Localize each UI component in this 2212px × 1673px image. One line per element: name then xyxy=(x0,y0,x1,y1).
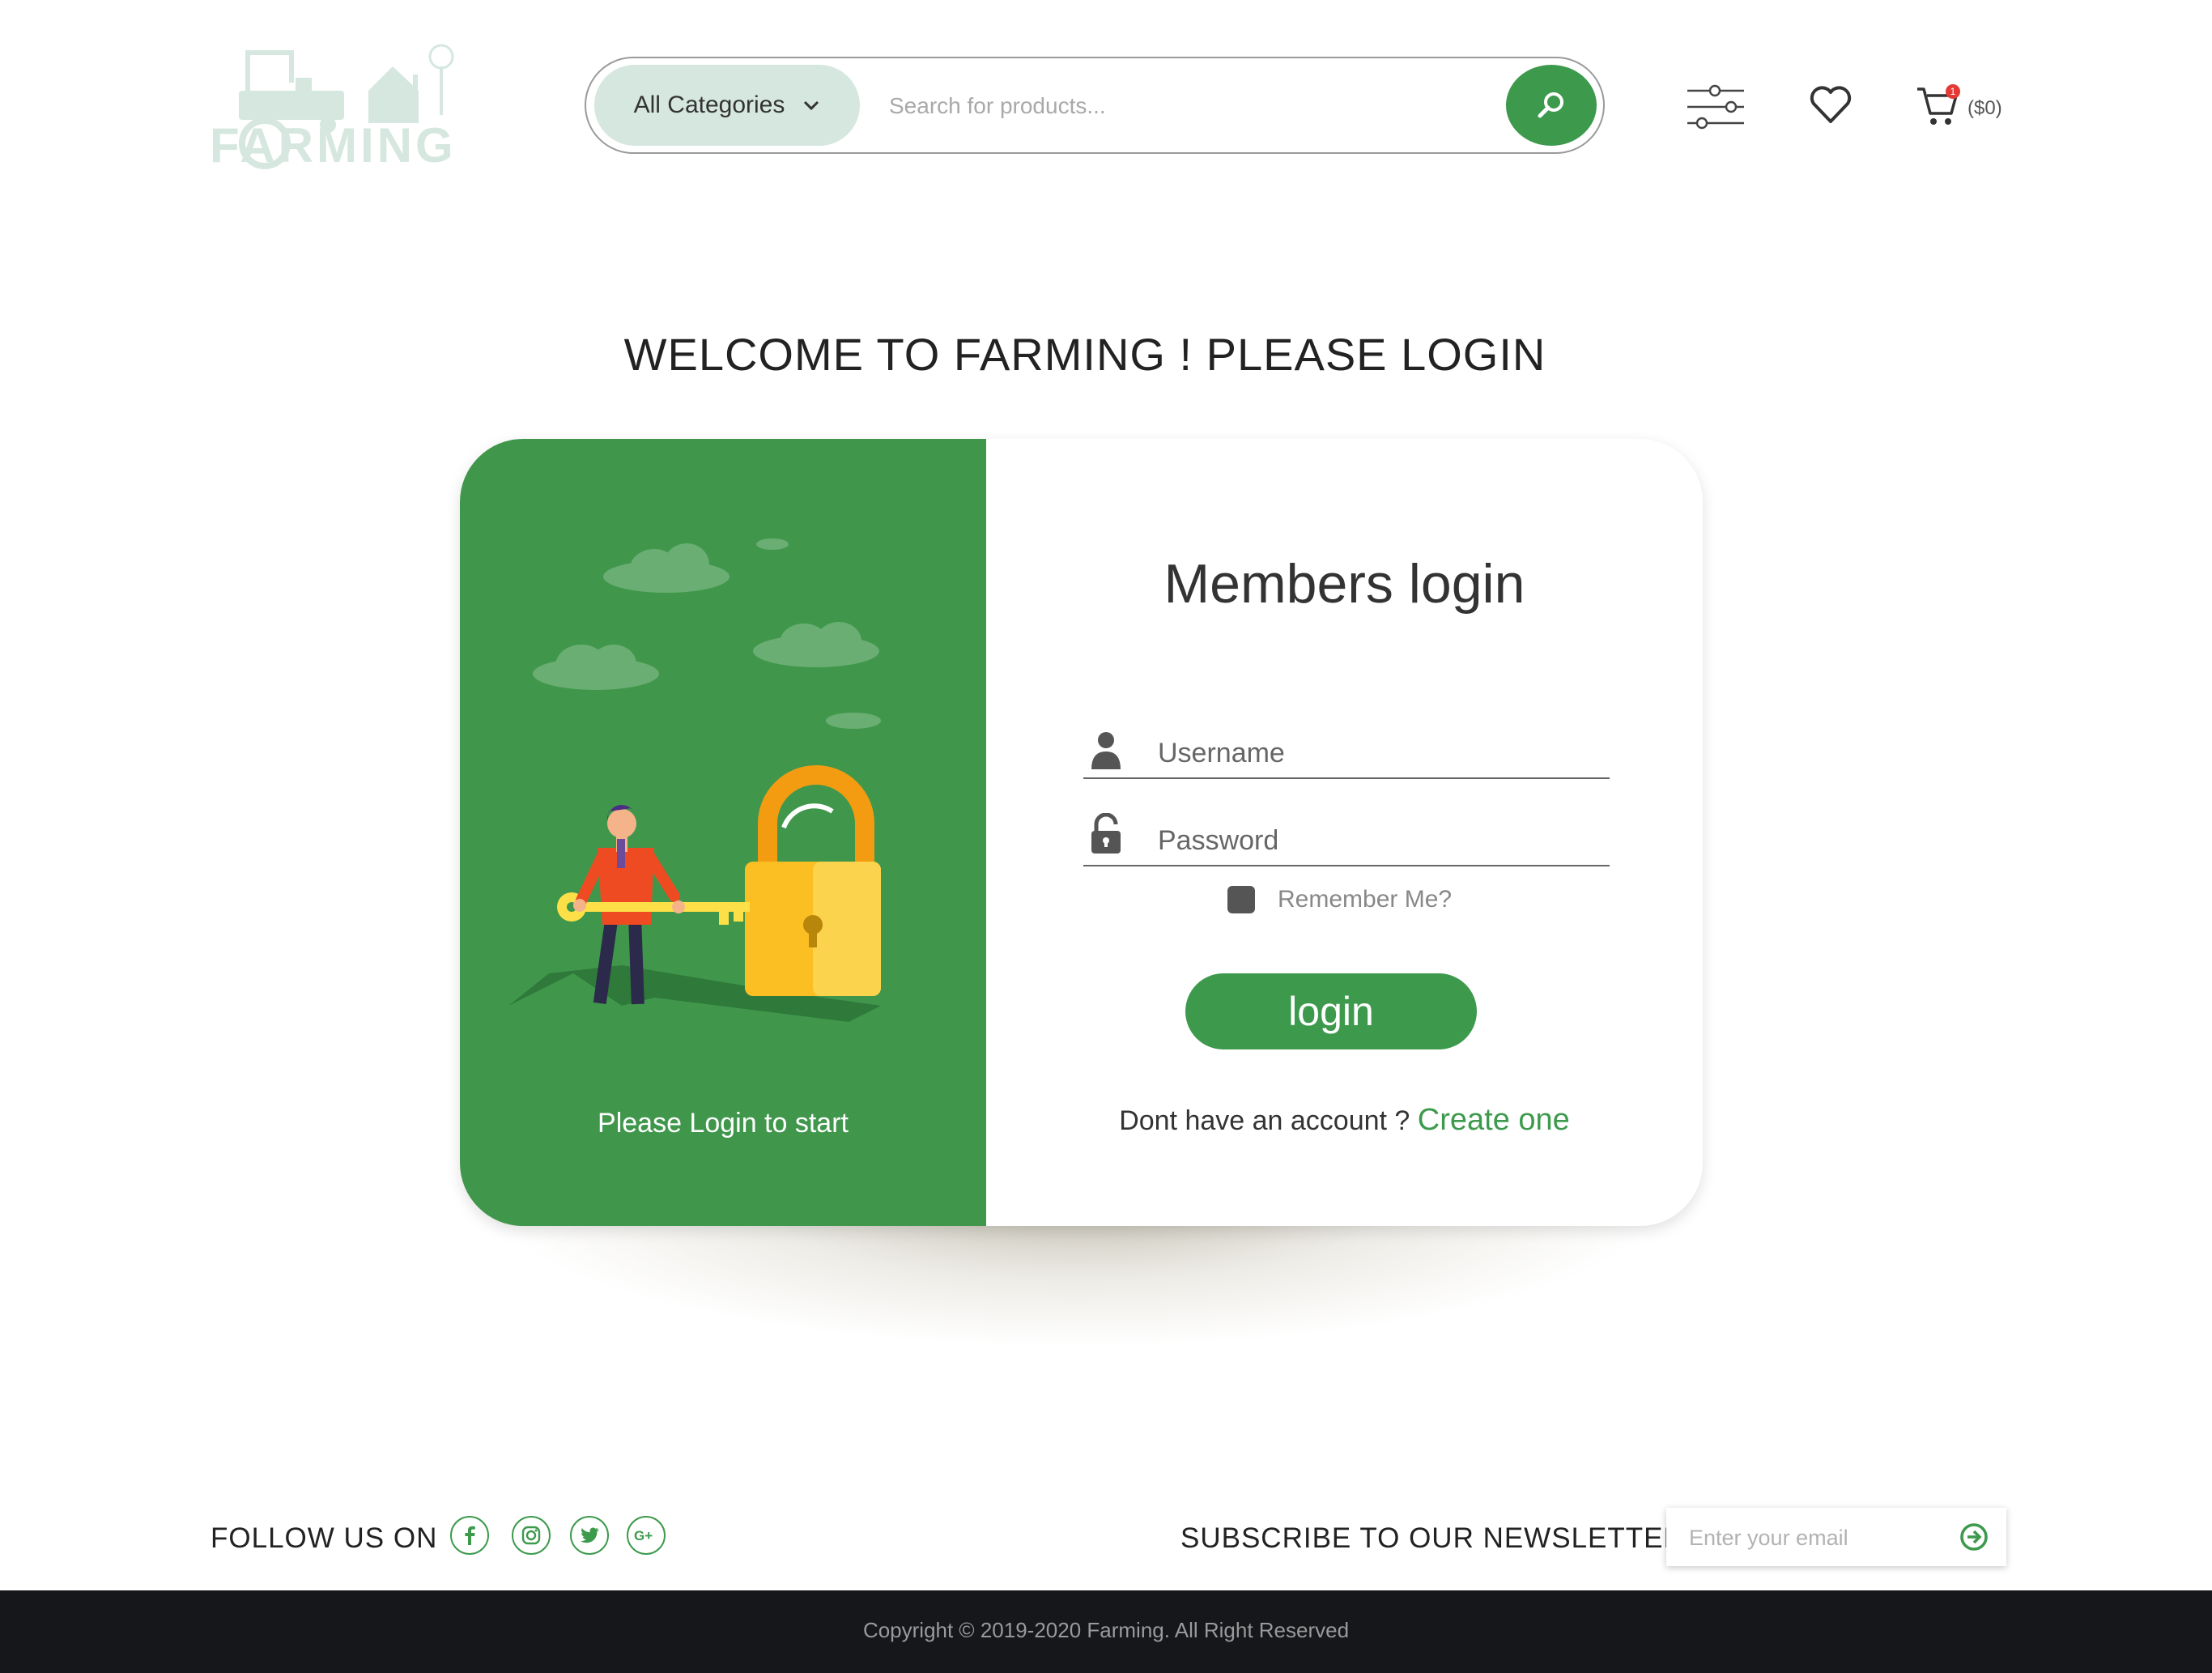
cart-icon[interactable]: 1 xyxy=(1916,84,1961,132)
farming-logo[interactable]: FARMING xyxy=(206,42,457,172)
remember-me-label: Remember Me? xyxy=(1278,886,1453,913)
remember-me-checkbox[interactable]: Remember Me? xyxy=(1227,886,1452,913)
twitter-icon[interactable] xyxy=(570,1516,609,1555)
login-card: Please Login to start Members login Reme… xyxy=(460,439,1703,1226)
follow-us-label: FOLLOW US ON xyxy=(211,1522,438,1554)
google-plus-icon[interactable]: G+ xyxy=(627,1516,666,1555)
search-input[interactable] xyxy=(887,76,1231,136)
heart-icon[interactable] xyxy=(1809,86,1853,129)
username-input[interactable] xyxy=(1156,732,1597,774)
footer-bar: Copyright © 2019-2020 Farming. All Right… xyxy=(0,1590,2212,1673)
password-input[interactable] xyxy=(1156,819,1597,862)
category-dropdown[interactable]: All Categories xyxy=(594,65,860,146)
chevron-down-icon xyxy=(804,100,819,111)
facebook-icon[interactable] xyxy=(450,1516,489,1555)
arrow-right-circle-icon xyxy=(1960,1523,1988,1551)
signup-prompt-text: Dont have an account ? xyxy=(1119,1105,1418,1136)
category-label: All Categories xyxy=(633,92,785,118)
svg-text:G+: G+ xyxy=(634,1528,653,1543)
search-button[interactable] xyxy=(1506,65,1597,146)
create-account-link[interactable]: Create one xyxy=(1418,1103,1570,1137)
cart-amount: ($0) xyxy=(1967,97,2002,119)
newsletter-submit-button[interactable] xyxy=(1959,1522,1989,1556)
page-title: WELCOME TO FARMING ! PLEASE LOGIN xyxy=(623,329,1546,380)
filter-sliders-icon[interactable] xyxy=(1686,84,1746,134)
padlock-icon xyxy=(1091,813,1121,854)
newsletter-label: SUBSCRIBE TO OUR NEWSLETTER xyxy=(1180,1522,1685,1554)
newsletter-form xyxy=(1666,1508,2006,1566)
logo-text: FARMING xyxy=(210,118,457,172)
username-field xyxy=(1083,721,1610,779)
password-field xyxy=(1083,808,1610,866)
login-button[interactable]: login xyxy=(1185,973,1477,1049)
user-icon xyxy=(1091,732,1121,769)
search-bar: All Categories xyxy=(585,57,1605,154)
checkbox-box[interactable] xyxy=(1227,886,1255,913)
key-and-padlock-illustration xyxy=(508,539,881,1022)
newsletter-email-input[interactable] xyxy=(1687,1519,1933,1556)
signup-prompt: Dont have an account ? Create one xyxy=(986,1103,1703,1138)
cart-count-badge: 1 xyxy=(1950,86,1956,97)
search-icon xyxy=(1538,92,1563,118)
copyright-text: Copyright © 2019-2020 Farming. All Right… xyxy=(862,1618,1350,1642)
members-login-title: Members login xyxy=(1163,553,1525,615)
login-illustration-panel: Please Login to start xyxy=(460,439,986,1226)
login-caption: Please Login to start xyxy=(598,1108,849,1139)
instagram-icon[interactable] xyxy=(512,1516,551,1555)
